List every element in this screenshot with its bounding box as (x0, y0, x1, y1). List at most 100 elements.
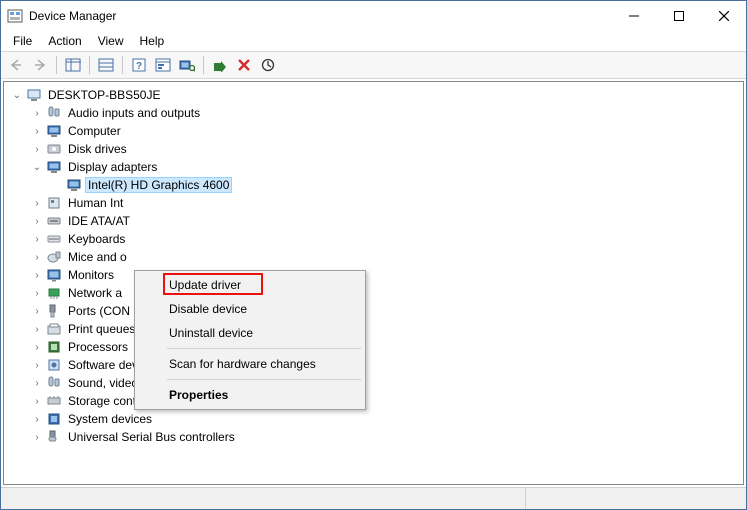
tree-category-label: Print queues (66, 322, 137, 336)
device-category-icon (46, 411, 62, 427)
tree-category[interactable]: ›Human Int (8, 194, 743, 212)
chevron-right-icon[interactable]: › (30, 376, 44, 390)
chevron-down-icon[interactable]: ⌄ (30, 160, 44, 174)
context-menu-separator (167, 379, 361, 380)
toolbar-separator (56, 56, 57, 74)
device-category-icon (46, 357, 62, 373)
tree-category-label: Universal Serial Bus controllers (66, 430, 237, 444)
update-driver-button[interactable] (257, 54, 279, 76)
tree-category-label: Monitors (66, 268, 116, 282)
tree-category-label: System devices (66, 412, 154, 426)
tree-category-label: Processors (66, 340, 130, 354)
tree-category[interactable]: ⌄ Display adapters (8, 158, 743, 176)
tree-category[interactable]: ›Storage controllers (8, 392, 743, 410)
tree-root-label: DESKTOP-BBS50JE (46, 88, 163, 102)
tree-category[interactable]: ›Sound, video and game controllers (8, 374, 743, 392)
menu-action[interactable]: Action (40, 32, 89, 50)
device-category-icon (46, 339, 62, 355)
chevron-right-icon[interactable]: › (30, 412, 44, 426)
tree-category[interactable]: › IDE ATA/AT (8, 212, 743, 230)
ctx-scan-hardware[interactable]: Scan for hardware changes (137, 352, 363, 376)
ctx-uninstall-device[interactable]: Uninstall device (137, 321, 363, 345)
tree-device[interactable]: Intel(R) HD Graphics 4600 (8, 176, 743, 194)
tree-category[interactable]: › Print queues (8, 320, 743, 338)
device-category-icon (46, 249, 62, 265)
tree-category[interactable]: › Universal Serial Bus controllers (8, 428, 743, 446)
tree-category-label: Ports (CON (66, 304, 132, 318)
close-button[interactable] (701, 1, 746, 31)
tree-category-label: Display adapters (66, 160, 159, 174)
chevron-right-icon[interactable]: › (30, 124, 44, 138)
device-category-icon (46, 375, 62, 391)
context-menu: Update driver Disable device Uninstall d… (134, 270, 366, 410)
tree-category-label: Mice and o (66, 250, 129, 264)
context-menu-separator (167, 348, 361, 349)
scan-hardware-button[interactable] (176, 54, 198, 76)
chevron-right-icon[interactable]: › (30, 250, 44, 264)
device-category-icon (46, 105, 62, 121)
chevron-right-icon[interactable]: › (30, 286, 44, 300)
forward-button[interactable] (29, 54, 51, 76)
tree-category[interactable]: › Mice and o (8, 248, 743, 266)
device-category-icon (46, 285, 62, 301)
tree-category[interactable]: ›Disk drives (8, 140, 743, 158)
menu-help[interactable]: Help (132, 32, 173, 50)
minimize-button[interactable] (611, 1, 656, 31)
menu-file[interactable]: File (5, 32, 40, 50)
expander-spacer (50, 178, 64, 192)
maximize-button[interactable] (656, 1, 701, 31)
toolbar-separator (122, 56, 123, 74)
tree-category[interactable]: › Ports (CON (8, 302, 743, 320)
tree-category[interactable]: › Keyboards (8, 230, 743, 248)
tree-device-label: Intel(R) HD Graphics 4600 (86, 178, 231, 192)
help-button[interactable]: ? (128, 54, 150, 76)
chevron-right-icon[interactable]: › (30, 232, 44, 246)
device-category-icon (46, 141, 62, 157)
tree-category[interactable]: › Processors (8, 338, 743, 356)
ctx-update-driver[interactable]: Update driver (137, 273, 363, 297)
back-button[interactable] (5, 54, 27, 76)
statusbar (1, 487, 746, 509)
tree-category-label: Keyboards (66, 232, 127, 246)
device-category-icon (46, 159, 62, 175)
chevron-down-icon[interactable]: ⌄ (10, 88, 24, 102)
tree-category[interactable]: ›Network a (8, 284, 743, 302)
chevron-right-icon[interactable]: › (30, 358, 44, 372)
tree-category[interactable]: ›Computer (8, 122, 743, 140)
device-category-icon (46, 267, 62, 283)
tree-category-label: IDE ATA/AT (66, 214, 132, 228)
device-category-icon (46, 123, 62, 139)
chevron-right-icon[interactable]: › (30, 214, 44, 228)
menu-view[interactable]: View (90, 32, 132, 50)
ctx-disable-device[interactable]: Disable device (137, 297, 363, 321)
tree-category[interactable]: › System devices (8, 410, 743, 428)
properties-button[interactable] (152, 54, 174, 76)
chevron-right-icon[interactable]: › (30, 322, 44, 336)
chevron-right-icon[interactable]: › (30, 196, 44, 210)
chevron-right-icon[interactable]: › (30, 304, 44, 318)
ctx-properties[interactable]: Properties (137, 383, 363, 407)
device-tree[interactable]: ⌄ DESKTOP-BBS50JE › Audio inputs and outp… (4, 82, 743, 484)
chevron-right-icon[interactable]: › (30, 106, 44, 120)
view-button[interactable] (95, 54, 117, 76)
tree-category[interactable]: › Audio inputs and outputs (8, 104, 743, 122)
chevron-right-icon[interactable]: › (30, 268, 44, 282)
chevron-right-icon[interactable]: › (30, 430, 44, 444)
uninstall-device-button[interactable] (233, 54, 255, 76)
tree-category[interactable]: ›Software devices (8, 356, 743, 374)
statusbar-pane (1, 488, 526, 509)
tree-root[interactable]: ⌄ DESKTOP-BBS50JE (8, 86, 743, 104)
computer-icon (26, 87, 42, 103)
menubar: File Action View Help (1, 31, 746, 51)
chevron-right-icon[interactable]: › (30, 142, 44, 156)
show-hide-tree-button[interactable] (62, 54, 84, 76)
device-category-icon (46, 303, 62, 319)
statusbar-pane (526, 488, 746, 509)
chevron-right-icon[interactable]: › (30, 340, 44, 354)
tree-category-label: Audio inputs and outputs (66, 106, 202, 120)
device-category-icon (46, 321, 62, 337)
enable-device-button[interactable] (209, 54, 231, 76)
chevron-right-icon[interactable]: › (30, 394, 44, 408)
device-category-icon (46, 429, 62, 445)
tree-category[interactable]: › Monitors (8, 266, 743, 284)
